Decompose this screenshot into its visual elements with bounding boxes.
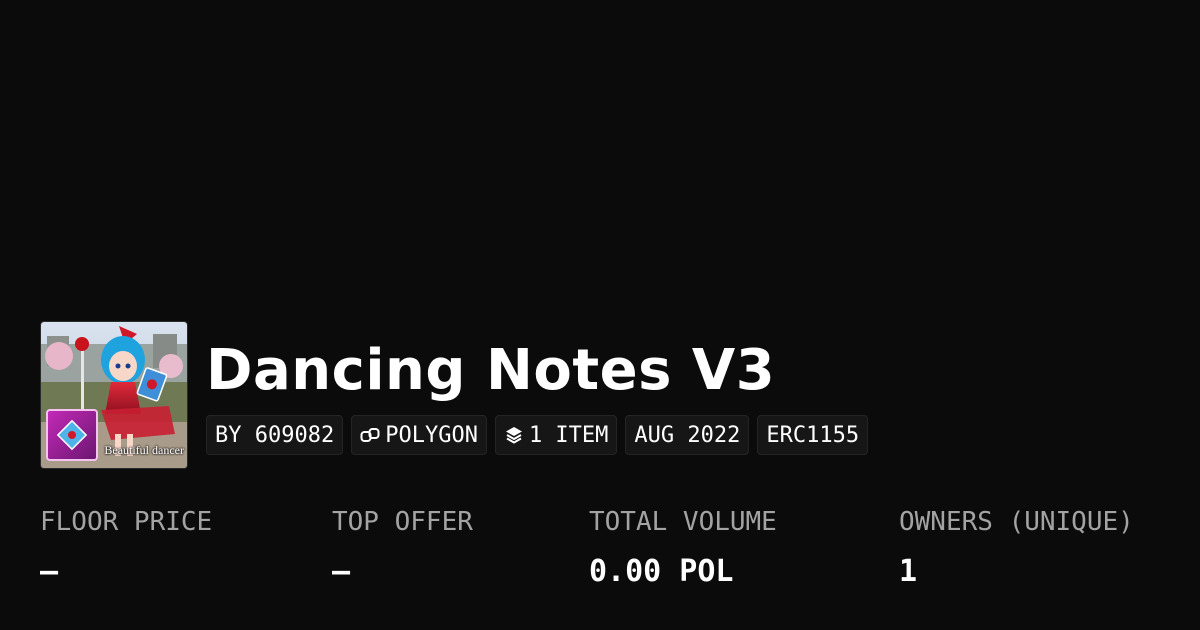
stat-label: TOP OFFER bbox=[332, 507, 473, 537]
stat-owners: OWNERS (UNIQUE) 1 bbox=[899, 504, 1134, 592]
date-badge: AUG 2022 bbox=[625, 415, 750, 455]
chain-label: POLYGON bbox=[385, 422, 478, 448]
stat-value: 0.00 POL bbox=[589, 554, 734, 589]
collection-stats: FLOOR PRICE — TOP OFFER — TOTAL VOLUME 0… bbox=[40, 504, 1180, 604]
creator-label: BY 609082 bbox=[215, 422, 335, 448]
standard-label: ERC1155 bbox=[766, 422, 860, 448]
items-badge[interactable]: 1 ITEM bbox=[494, 415, 618, 455]
stat-label: FLOOR PRICE bbox=[40, 507, 213, 537]
stat-total-volume: TOTAL VOLUME 0.00 POL bbox=[589, 504, 777, 592]
stat-label: OWNERS (UNIQUE) bbox=[899, 507, 1134, 537]
stat-floor-price: FLOOR PRICE — bbox=[40, 504, 212, 592]
stat-label: TOTAL VOLUME bbox=[589, 507, 777, 537]
collection-header: Beautiful dancer Dancing Notes V3 BY 609… bbox=[40, 321, 1160, 471]
stat-value: 1 bbox=[899, 554, 918, 589]
collection-badges: BY 609082 POLYGON 1 ITEM AUG 2022 ERC115… bbox=[206, 415, 869, 455]
chain-badge[interactable]: POLYGON bbox=[351, 415, 487, 455]
stat-value: — bbox=[40, 554, 59, 589]
date-label: AUG 2022 bbox=[634, 422, 741, 448]
standard-badge: ERC1155 bbox=[757, 415, 869, 455]
thumbnail-caption: Beautiful dancer bbox=[104, 443, 184, 457]
collection-thumbnail[interactable]: Beautiful dancer bbox=[40, 321, 188, 469]
items-label: 1 ITEM bbox=[528, 422, 609, 448]
stat-top-offer: TOP OFFER — bbox=[332, 504, 473, 592]
stat-value: — bbox=[332, 554, 351, 589]
layers-icon bbox=[504, 425, 524, 445]
creator-badge[interactable]: BY 609082 bbox=[206, 415, 344, 455]
link-icon bbox=[360, 425, 380, 445]
collection-title: Dancing Notes V3 bbox=[206, 338, 776, 403]
